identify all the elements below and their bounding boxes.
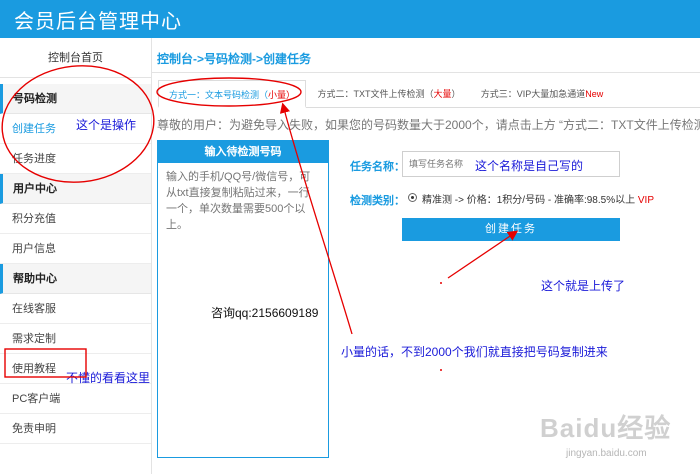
tab-text-detect-label: 方式一：文本号码检测（ bbox=[168, 90, 268, 100]
detect-type-label: 检测类别： bbox=[350, 195, 405, 207]
tab-text-detect[interactable]: 方式一：文本号码检测（小量） bbox=[158, 80, 306, 108]
detect-precise-option[interactable]: 精准测 -> 价格：1积分/号码 - 准确率:98.5%以上 VIP bbox=[422, 191, 654, 206]
detect-precise-text: 精准测 -> 价格：1积分/号码 - 准确率:98.5%以上 bbox=[422, 195, 638, 206]
annotation-name-note: 这个名称是自己写的 bbox=[475, 159, 584, 173]
sidebar-section-help-center: 帮助中心 bbox=[0, 264, 151, 294]
sidebar-item-home[interactable]: 控制台首页 bbox=[0, 38, 151, 78]
annotation-tutorial-note: 不懂的看看这里 bbox=[66, 371, 151, 385]
tab-vip-channel[interactable]: 方式三：VIP大量加急通道New bbox=[476, 80, 608, 108]
annotation-upload-note: 这个就是上传了 bbox=[541, 279, 626, 293]
notice-text: 尊敬的用户：为避免导入失败，如果您的号码数量大于2000个，请点击上方 “方式二… bbox=[157, 118, 700, 132]
tab-text-detect-tag: 小量 bbox=[267, 90, 286, 100]
sidebar-item-recharge[interactable]: 积分充值 bbox=[0, 204, 151, 234]
sidebar-item-custom-request[interactable]: 需求定制 bbox=[0, 324, 151, 354]
detect-vip-badge: VIP bbox=[637, 195, 654, 206]
number-input-title: 输入待检测号码 bbox=[158, 141, 328, 163]
baidu-watermark-url: jingyan.baidu.com bbox=[566, 448, 647, 459]
annotation-dot-b bbox=[440, 369, 442, 371]
sidebar-item-pc-client[interactable]: PC客户端 bbox=[0, 384, 151, 414]
sidebar-section-user-center: 用户中心 bbox=[0, 174, 151, 204]
app-header: 会员后台管理中心 bbox=[0, 0, 700, 38]
tab-txt-upload-tag: 大量 bbox=[433, 89, 452, 99]
sidebar: 控制台首页 号码检测 创建任务 任务进度 用户中心 积分充值 用户信息 帮助中心… bbox=[0, 38, 152, 474]
create-task-button[interactable]: 创建任务 bbox=[402, 218, 620, 241]
tab-vip-channel-new-badge: New bbox=[585, 89, 604, 99]
breadcrumb-divider bbox=[152, 72, 700, 73]
task-name-label: 任务名称： bbox=[350, 161, 405, 173]
breadcrumb: 控制台->号码检测->创建任务 bbox=[157, 52, 312, 66]
annotation-dot-a bbox=[440, 282, 442, 284]
sidebar-item-task-progress[interactable]: 任务进度 bbox=[0, 144, 151, 174]
tab-txt-upload[interactable]: 方式二：TXT文件上传检测（大量） bbox=[314, 80, 464, 108]
tab-vip-channel-label: 方式三：VIP大量加急通道 bbox=[480, 89, 586, 99]
annotation-qq: 咨询qq:2156609189 bbox=[211, 306, 319, 320]
sidebar-item-online-service[interactable]: 在线客服 bbox=[0, 294, 151, 324]
tab-text-detect-end: ） bbox=[286, 90, 296, 100]
tab-bar: 方式一：文本号码检测（小量） 方式二：TXT文件上传检测（大量） 方式三：VIP… bbox=[158, 80, 700, 108]
number-input-panel: 输入待检测号码 bbox=[157, 140, 329, 458]
annotation-small-note: 小量的话，不到2000个我们就直接把号码复制进来 bbox=[341, 345, 608, 359]
tab-txt-upload-label: 方式二：TXT文件上传检测（ bbox=[317, 89, 434, 99]
annotation-operation: 这个是操作 bbox=[76, 118, 137, 132]
app-title: 会员后台管理中心 bbox=[14, 11, 182, 33]
detect-precise-radio[interactable] bbox=[408, 193, 417, 202]
tab-txt-upload-end: ） bbox=[451, 89, 461, 99]
sidebar-section-number-detect: 号码检测 bbox=[0, 84, 151, 114]
sidebar-item-user-info[interactable]: 用户信息 bbox=[0, 234, 151, 264]
baidu-watermark-logo: Baidu经验 bbox=[540, 413, 672, 443]
sidebar-item-disclaimer[interactable]: 免责申明 bbox=[0, 414, 151, 444]
